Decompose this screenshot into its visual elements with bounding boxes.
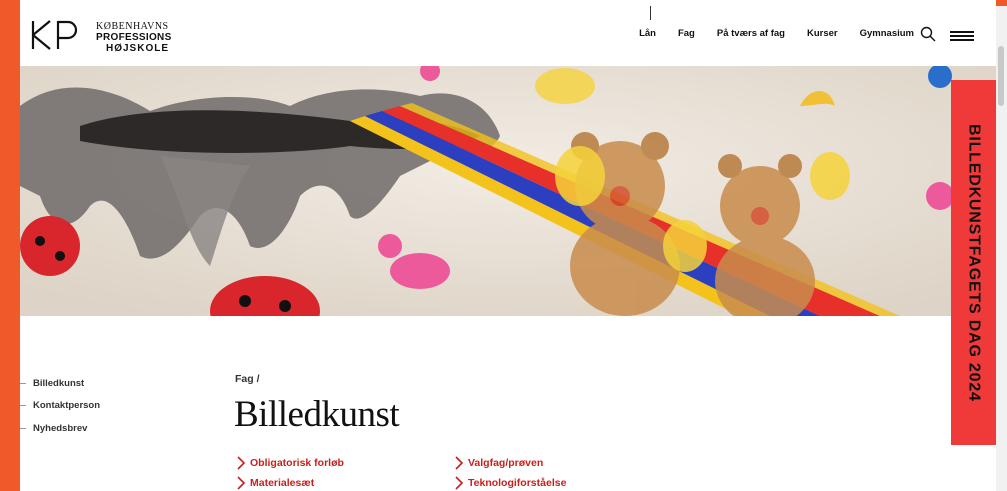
hero-image <box>20 66 996 316</box>
page-scrollbar[interactable] <box>996 6 1007 491</box>
event-banner[interactable]: BILLEDKUNSTFAGETS DAG 2024 <box>951 80 996 445</box>
link-valgfag-proeven[interactable]: Valgfag/prøven <box>452 456 543 470</box>
link-label: Obligatorisk forløb <box>250 457 344 469</box>
scrollbar-thumb[interactable] <box>998 46 1004 106</box>
nav-item-paa-tvaers[interactable]: På tværs af fag <box>717 28 785 39</box>
chevron-right-icon <box>455 476 464 490</box>
link-teknologiforstaaelse[interactable]: Teknologiforståelse <box>452 476 566 490</box>
dash-icon <box>20 382 26 384</box>
site-header: KØBENHAVNS PROFESSIONS HØJSKOLE Lån Fag … <box>20 6 996 66</box>
side-nav: Billedkunst Kontaktperson Nyhedsbrev <box>20 372 100 440</box>
page-frame: KØBENHAVNS PROFESSIONS HØJSKOLE Lån Fag … <box>20 0 996 491</box>
link-label: Materialesæt <box>250 477 315 489</box>
logo-line-1: KØBENHAVNS <box>96 21 169 32</box>
chevron-right-icon <box>455 456 464 470</box>
link-materialesaet[interactable]: Materialesæt <box>234 476 314 490</box>
side-nav-label: Nyhedsbrev <box>33 422 88 434</box>
main-nav: Lån Fag På tværs af fag Kurser Gymnasium <box>617 28 914 39</box>
logo-text: KØBENHAVNS PROFESSIONS HØJSKOLE <box>96 21 172 54</box>
hamburger-menu-icon[interactable] <box>950 31 974 41</box>
site-logo[interactable]: KØBENHAVNS PROFESSIONS HØJSKOLE <box>30 20 172 54</box>
nav-item-fag[interactable]: Fag <box>678 28 695 39</box>
side-nav-label: Kontaktperson <box>33 400 101 412</box>
link-obligatorisk-forloeb[interactable]: Obligatorisk forløb <box>234 456 344 470</box>
kp-logo-icon <box>30 20 86 50</box>
side-nav-item-nyhedsbrev[interactable]: Nyhedsbrev <box>20 417 100 440</box>
side-nav-item-kontaktperson[interactable]: Kontaktperson <box>20 395 100 418</box>
chevron-right-icon <box>237 476 246 490</box>
nav-item-gymnasium[interactable]: Gymnasium <box>860 28 914 39</box>
search-icon[interactable] <box>920 26 936 42</box>
nav-item-kurser[interactable]: Kurser <box>807 28 838 39</box>
logo-line-2: PROFESSIONS <box>96 32 172 43</box>
side-nav-label: Billedkunst <box>33 377 85 389</box>
side-nav-item-billedkunst[interactable]: Billedkunst <box>20 372 100 395</box>
event-banner-text: BILLEDKUNSTFAGETS DAG 2024 <box>965 123 983 402</box>
page-title: Billedkunst <box>234 394 400 435</box>
link-label: Valgfag/prøven <box>468 457 544 469</box>
chevron-right-icon <box>237 456 246 470</box>
logo-line-3: HØJSKOLE <box>106 43 170 54</box>
dash-icon <box>20 405 26 407</box>
breadcrumb[interactable]: Fag / <box>235 373 260 385</box>
header-divider <box>650 6 651 20</box>
dash-icon <box>20 427 26 429</box>
link-label: Teknologiforståelse <box>468 477 567 489</box>
nav-item-laan[interactable]: Lån <box>639 28 656 39</box>
